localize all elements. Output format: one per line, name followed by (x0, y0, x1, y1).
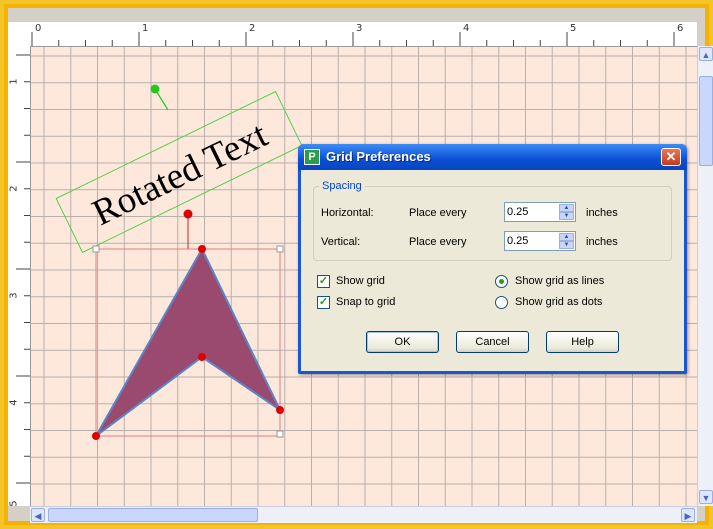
vertical-scrollbar[interactable]: ▲ ▼ (697, 46, 713, 506)
vertical-spacing-input[interactable] (507, 234, 555, 248)
app-icon: P (304, 149, 320, 165)
horizontal-label: Horizontal: (321, 207, 374, 219)
vertical-spacing-stepper[interactable]: ▲ ▼ (504, 231, 576, 251)
ruler-label: 6 (677, 23, 684, 34)
ruler-label: 5 (570, 23, 577, 34)
vertical-label: Vertical: (321, 236, 361, 248)
scroll-up-button[interactable]: ▲ (699, 47, 713, 61)
vertical-scroll-thumb[interactable] (699, 76, 713, 166)
arrow-shape[interactable] (95, 246, 283, 437)
increment-icon[interactable]: ▲ (559, 233, 574, 241)
grid-lines-label[interactable]: Show grid as lines (515, 275, 604, 287)
horizontal-spacing-stepper[interactable]: ▲ ▼ (504, 202, 576, 222)
ruler-label: 1 (142, 23, 149, 34)
vertical-unit-label: inches (586, 236, 618, 248)
ruler-label: 4 (463, 23, 470, 34)
ruler-label: 2 (249, 23, 256, 34)
rotated-text-object[interactable]: Rotated Text (55, 90, 303, 254)
horizontal-unit-label: inches (586, 207, 618, 219)
ruler-label: 4 (8, 399, 20, 406)
show-grid-label[interactable]: Show grid (336, 275, 385, 287)
horizontal-scrollbar[interactable]: ◀ ▶ (30, 506, 697, 523)
ruler-label: 3 (8, 292, 20, 299)
vertex-handle[interactable] (92, 432, 100, 440)
horizontal-scroll-thumb[interactable] (48, 508, 258, 522)
horizontal-place-label: Place every (409, 207, 467, 219)
dialog-body: Spacing Horizontal: Place every ▲ ▼ inch… (301, 170, 684, 371)
ruler-label: 3 (356, 23, 363, 34)
resize-handle[interactable] (276, 245, 284, 253)
close-button[interactable]: ✕ (661, 148, 681, 166)
ruler-corner (8, 22, 31, 47)
dialog-titlebar[interactable]: P Grid Preferences ✕ (298, 144, 687, 170)
shape-rotate-handle[interactable] (183, 209, 193, 219)
show-grid-checkbox[interactable]: ✓ (317, 275, 330, 288)
resize-handle[interactable] (92, 245, 100, 253)
scroll-left-button[interactable]: ◀ (31, 508, 45, 522)
grid-preferences-dialog: P Grid Preferences ✕ Spacing Horizontal:… (298, 144, 687, 374)
stepper-buttons[interactable]: ▲ ▼ (559, 233, 574, 249)
increment-icon[interactable]: ▲ (559, 204, 574, 212)
scroll-down-button[interactable]: ▼ (699, 490, 713, 504)
grid-dots-label[interactable]: Show grid as dots (515, 296, 602, 308)
horizontal-ruler: 0 1 2 3 4 5 6 (30, 22, 697, 47)
spacing-group-label: Spacing (319, 180, 365, 192)
grid-lines-radio[interactable] (495, 275, 508, 288)
grid-dots-radio[interactable] (495, 296, 508, 309)
ruler-label: 0 (35, 23, 42, 34)
decrement-icon[interactable]: ▼ (559, 212, 574, 220)
decrement-icon[interactable]: ▼ (559, 241, 574, 249)
vertex-handle[interactable] (198, 245, 206, 253)
cancel-button[interactable]: Cancel (456, 331, 529, 353)
ok-button[interactable]: OK (366, 331, 439, 353)
resize-handle[interactable] (276, 430, 284, 438)
snap-to-grid-checkbox[interactable]: ✓ (317, 296, 330, 309)
horizontal-spacing-input[interactable] (507, 205, 555, 219)
spacing-group (313, 186, 672, 261)
vertex-handle[interactable] (276, 406, 284, 414)
help-button[interactable]: Help (546, 331, 619, 353)
snap-to-grid-label[interactable]: Snap to grid (336, 296, 395, 308)
ruler-label: 5 (8, 500, 20, 507)
radio-selected-dot (499, 279, 504, 284)
scroll-right-button[interactable]: ▶ (681, 508, 695, 522)
stepper-buttons[interactable]: ▲ ▼ (559, 204, 574, 220)
vertex-handle[interactable] (198, 353, 206, 361)
ruler-label: 1 (8, 78, 20, 85)
dialog-title: Grid Preferences (326, 149, 431, 164)
text-rotate-handle[interactable] (150, 84, 160, 94)
ruler-label: 2 (8, 185, 20, 192)
vertical-ruler: 1 2 3 4 5 (8, 46, 31, 507)
vertical-place-label: Place every (409, 236, 467, 248)
application-area: 0 1 2 3 4 5 6 1 2 3 4 5 Rotated Text ▲ ▼… (8, 8, 713, 523)
